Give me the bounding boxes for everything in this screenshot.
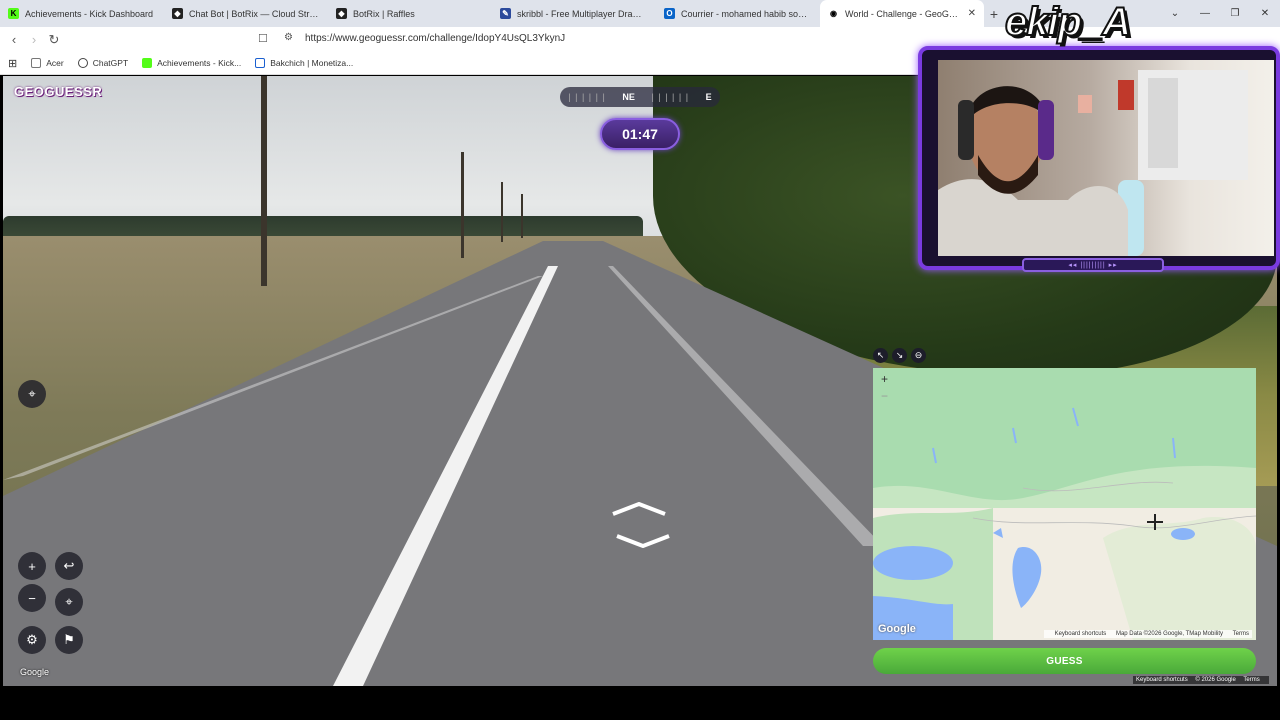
apps-grid-icon[interactable]: ⊞: [8, 57, 17, 70]
close-window-icon[interactable]: ✕: [1250, 8, 1280, 19]
tab-title: skribbl - Free Multiplayer Drawing &: [517, 8, 648, 19]
new-tab-button[interactable]: +: [984, 6, 1004, 22]
terms-link[interactable]: Terms: [1243, 677, 1259, 683]
map-terms-link[interactable]: Terms: [1233, 631, 1249, 637]
maximize-icon[interactable]: ❐: [1220, 8, 1250, 19]
return-to-start-icon[interactable]: ⌖: [55, 588, 83, 616]
kick-icon: K: [8, 8, 19, 19]
pin-map-icon[interactable]: ⊖: [911, 348, 926, 363]
browser-tab[interactable]: ◆ Chat Bot | BotRix — Cloud Streaming: [164, 0, 328, 27]
compass-east: E: [705, 92, 712, 102]
footer-attribution: Keyboard shortcuts © 2026 Google Terms: [1133, 676, 1269, 684]
shrink-map-icon[interactable]: ↘: [892, 348, 907, 363]
webcam-video: [938, 60, 1274, 256]
compass-heading: NE: [622, 92, 635, 102]
tab-title: BotRix | Raffles: [353, 8, 415, 19]
move-back-arrow[interactable]: [615, 534, 671, 548]
chatgpt-icon: [77, 58, 88, 68]
bookmark-item[interactable]: Bakchich | Monetiza...: [255, 58, 353, 68]
bookmark-label: ChatGPT: [92, 58, 129, 68]
set-checkpoint-icon[interactable]: ⌖: [18, 380, 46, 408]
close-tab-icon[interactable]: ✕: [968, 8, 976, 19]
copyright-text: © 2026 Google: [1195, 677, 1236, 683]
map-zoom-in-button[interactable]: +: [878, 373, 891, 386]
letterbox-band: [0, 686, 1280, 720]
crosshair-cursor: [1147, 514, 1163, 530]
utility-pole: [461, 152, 464, 258]
browser-tab[interactable]: O Courrier - mohamed habib souaied: [656, 0, 820, 27]
tab-search-icon[interactable]: ⌄: [1160, 8, 1190, 19]
utility-pole: [521, 194, 523, 238]
utility-pole: [501, 182, 503, 242]
map-zoom-controls: + −: [878, 373, 891, 403]
move-forward-arrow[interactable]: [611, 502, 667, 516]
back-icon[interactable]: ‹: [4, 32, 24, 47]
map-attribution: Keyboard shortcuts Map Data ©2026 Google…: [1043, 630, 1252, 638]
geoguessr-logo: GEOGUESSR: [14, 84, 103, 99]
map-keyboard-shortcuts-link[interactable]: Keyboard shortcuts: [1055, 631, 1107, 637]
site-info-icon[interactable]: ⚙: [284, 32, 293, 43]
kick-icon: [142, 58, 153, 68]
webcam-frame: [918, 46, 1280, 270]
zoom-in-button[interactable]: +: [18, 552, 46, 580]
map-zoom-out-button[interactable]: −: [878, 390, 891, 403]
window-controls: ⌄ — ❐ ✕: [1160, 0, 1280, 27]
minimize-icon[interactable]: —: [1190, 8, 1220, 19]
url-field[interactable]: https://www.geoguessr.com/challenge/Idop…: [305, 33, 565, 44]
skribbl-icon: ✎: [500, 8, 511, 19]
bookmark-item[interactable]: ChatGPT: [77, 58, 129, 68]
map-size-controls: ↖ ↘ ⊖: [873, 348, 926, 363]
tab-title: Chat Bot | BotRix — Cloud Streaming: [189, 8, 320, 19]
overlay-title: ekip_A: [1004, 0, 1132, 45]
tab-title: Achievements - Kick Dashboard: [25, 8, 154, 19]
browser-tab[interactable]: ◆ BotRix | Raffles: [328, 0, 492, 27]
folder-icon: [31, 58, 42, 68]
geoguessr-icon: ◉: [828, 8, 839, 19]
bookmark-label: Acer: [46, 58, 64, 68]
tab-title: Courrier - mohamed habib souaied: [681, 8, 812, 19]
round-timer: 01:47: [600, 118, 680, 150]
bakchich-icon: [255, 58, 266, 68]
bookmark-label: Bakchich | Monetiza...: [270, 58, 354, 68]
settings-gear-icon[interactable]: ⚙: [18, 626, 46, 654]
keyboard-shortcuts-link[interactable]: Keyboard shortcuts: [1136, 677, 1188, 683]
map-google-logo: Google: [878, 623, 916, 635]
google-watermark: Google: [20, 667, 50, 677]
bookmark-item[interactable]: Acer: [31, 58, 64, 68]
browser-tab[interactable]: ◉ World - Challenge - GeoGuessr ✕: [820, 0, 984, 27]
reload-icon[interactable]: ↻: [44, 32, 64, 48]
tab-title: World - Challenge - GeoGuessr: [845, 8, 962, 19]
streamer-silhouette: [938, 70, 1248, 256]
bookmark-item[interactable]: Achievements - Kick...: [142, 58, 241, 68]
webcam-label-bar: ◂◂ ||||||||| ▸▸: [1022, 258, 1164, 272]
botrix-icon: ◆: [336, 8, 347, 19]
utility-pole: [261, 76, 267, 286]
outlook-icon: O: [664, 8, 675, 19]
botrix-icon: ◆: [172, 8, 183, 19]
compass: | | | | | | NE | | | | | | E: [560, 87, 720, 107]
expand-map-icon[interactable]: ↖: [873, 348, 888, 363]
bookmark-icon[interactable]: ☐: [258, 32, 268, 45]
browser-tab[interactable]: ✎ skribbl - Free Multiplayer Drawing &: [492, 0, 656, 27]
flag-icon[interactable]: ⚑: [55, 626, 83, 654]
forward-icon[interactable]: ›: [24, 32, 44, 47]
undo-move-icon[interactable]: ↩: [55, 552, 83, 580]
map-data-credit: Map Data ©2026 Google, TMap Mobility: [1115, 631, 1223, 637]
map-terrain: [873, 368, 1256, 640]
zoom-out-button[interactable]: −: [18, 584, 46, 612]
guess-map[interactable]: + − Google Keyboard shortcuts Map Data ©…: [873, 368, 1256, 640]
bookmark-label: Achievements - Kick...: [157, 58, 242, 68]
browser-tab[interactable]: K Achievements - Kick Dashboard: [0, 0, 164, 27]
guess-button[interactable]: GUESS: [873, 648, 1256, 674]
